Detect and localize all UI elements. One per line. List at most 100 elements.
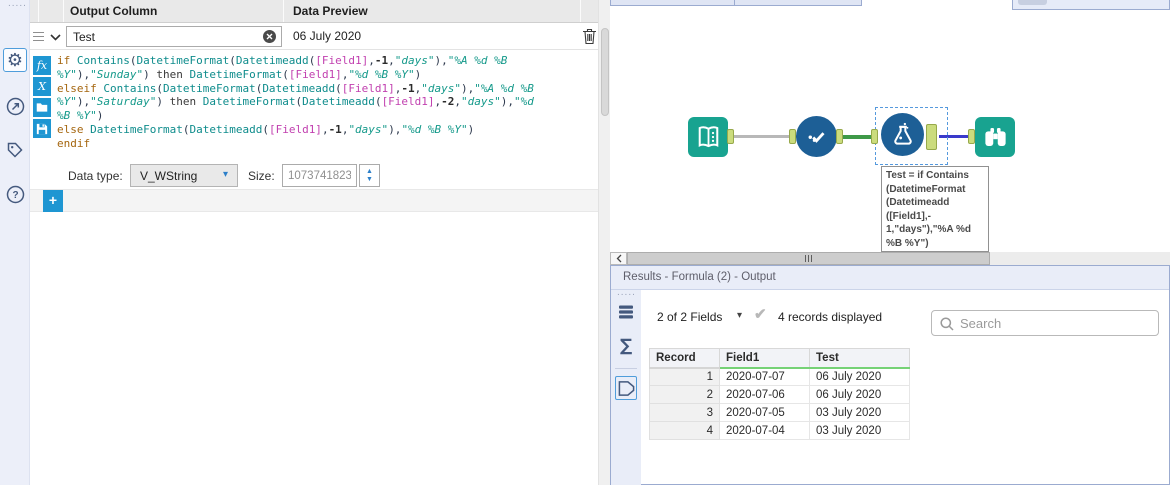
connection-wire-gray [734,135,797,138]
data-type-label: Data type: [68,169,123,183]
book-icon [698,125,718,147]
input-anchor[interactable] [968,129,975,144]
output-anchor[interactable] [926,124,937,150]
search-input[interactable] [960,312,1155,334]
spinner-up-icon: ▲ [366,167,373,175]
chevron-down-icon[interactable]: ▾ [737,310,742,321]
functions-button[interactable]: fx [33,56,51,75]
help-icon: ? [6,185,24,203]
formula-code[interactable]: if Contains(DatetimeFormat(Datetimeadd([… [57,54,534,151]
metadata-view-button[interactable]: ∑ [615,334,637,358]
scrollbar-thumb[interactable] [627,252,990,265]
expression-row: 06 July 2020 [30,23,598,50]
input-anchor[interactable] [871,129,878,144]
data-preview-value: 06 July 2020 [293,29,362,43]
add-expression-row: + [30,189,598,212]
folder-icon [36,103,48,112]
tag-icon [7,142,23,158]
delete-expression-button[interactable] [582,28,598,45]
save-expression-button[interactable] [33,119,51,138]
column-header-field1[interactable]: Field1 [719,348,810,369]
variables-button[interactable]: X [33,77,51,96]
search-box[interactable] [931,310,1159,336]
results-title: Results - Formula (2) - Output [611,266,1169,290]
table-row[interactable]: 3 2020-07-05 03 July 2020 [649,403,910,422]
annotation-tab[interactable] [3,138,27,162]
save-icon [36,123,48,134]
data-type-value: V_WString [140,169,198,183]
expression-list-header: Output Column Data Preview [30,0,598,23]
open-expression-button[interactable] [33,98,51,117]
output-column-name-input[interactable] [66,26,282,47]
data-type-select[interactable]: V_WString ▾ [130,164,238,187]
chevron-down-icon [49,33,61,41]
config-scrollbar[interactable] [598,0,610,485]
configuration-tab[interactable]: ⚙ [3,48,27,72]
text-input-tool[interactable] [688,117,728,157]
sigma-icon: ∑ [619,335,633,356]
workflow-tab-remnant[interactable] [610,0,735,6]
canvas-h-scrollbar[interactable] [610,252,1170,265]
spinner-down-icon: ▼ [366,175,373,183]
workflow-canvas[interactable]: Test = if Contains (DatetimeFormat (Dateti… [610,0,1170,252]
check-icon [808,131,825,143]
column-header-record[interactable]: Record [649,348,720,369]
fx-icon: fx [36,59,48,72]
config-scrollbar-thumb[interactable] [601,28,609,116]
data-preview-header: Data Preview [293,4,368,18]
search-icon [940,317,954,331]
help-tab[interactable]: ? [3,182,27,206]
trash-icon [583,28,596,45]
editor-toolbar: fx X [33,56,51,140]
select-tool[interactable] [796,116,837,157]
check-icon: ✔ [754,306,767,323]
gear-icon: ⚙ [6,50,24,70]
output-anchor[interactable] [836,129,843,144]
size-stepper[interactable]: ▲ ▼ [359,164,380,187]
navigation-tab[interactable] [3,94,27,118]
records-summary: 4 records displayed [778,310,883,324]
formula-config-panel: Output Column Data Preview 06 July 2020 … [30,0,598,485]
collapse-expression-button[interactable] [47,31,63,43]
row-drag-grip[interactable] [33,32,44,42]
table-header-row: Record Field1 Test [649,348,910,369]
add-expression-button[interactable]: + [43,190,63,212]
data-type-row: Data type: V_WString ▾ Size: ▲ ▼ [30,163,598,189]
output-anchor[interactable] [727,129,734,144]
formula-tool[interactable] [881,113,924,156]
workflow-tab-remnant[interactable] [734,0,862,6]
results-panel: Results - Formula (2) - Output ..... ∑ 2… [610,265,1170,485]
drag-handle-dots[interactable]: ..... [617,287,636,298]
alteryx-designer-window: ..... ⚙ ? Output Column Data Preview Tes… [0,0,1170,485]
expression-editor[interactable]: fx X if Contains(DatetimeFormat(Datetime… [30,50,598,163]
output-column-header: Output Column [70,4,158,18]
drag-handle-dots[interactable]: ..... [8,0,27,9]
clear-name-button[interactable] [263,30,276,43]
input-anchor[interactable] [789,129,796,144]
formula-annotation[interactable]: Test = if Contains (DatetimeFormat (Dateti… [881,166,989,252]
table-row[interactable]: 2 2020-07-06 06 July 2020 [649,385,910,404]
x-icon: X [38,80,46,93]
size-input[interactable] [282,164,357,187]
table-row[interactable]: 1 2020-07-07 06 July 2020 [649,367,910,386]
results-table: Record Field1 Test 1 2020-07-07 06 July 2020… [649,348,910,440]
panel-tab-remnant[interactable] [1012,0,1170,10]
chevron-left-icon [616,254,621,263]
table-row[interactable]: 4 2020-07-04 03 July 2020 [649,421,910,440]
fields-summary[interactable]: 2 of 2 Fields [657,310,722,324]
divider [615,368,637,369]
svg-text:?: ? [12,190,18,201]
column-header-test[interactable]: Test [809,348,910,369]
config-side-toolbar: ..... ⚙ ? [0,0,30,485]
results-toolbar: 2 of 2 Fields ▾ ✔ 4 records displayed [641,290,1169,342]
results-side-toolbar: ..... ∑ [611,287,641,485]
browse-tool[interactable] [975,117,1015,157]
scroll-left-button[interactable] [610,252,627,265]
chevron-down-icon: ▾ [222,169,228,180]
arrow-circle-icon [6,97,24,115]
rows-icon [619,305,633,319]
flask-icon [893,122,912,145]
data-view-button[interactable] [615,376,637,400]
close-icon [266,33,273,40]
grid-view-button[interactable] [615,300,637,324]
